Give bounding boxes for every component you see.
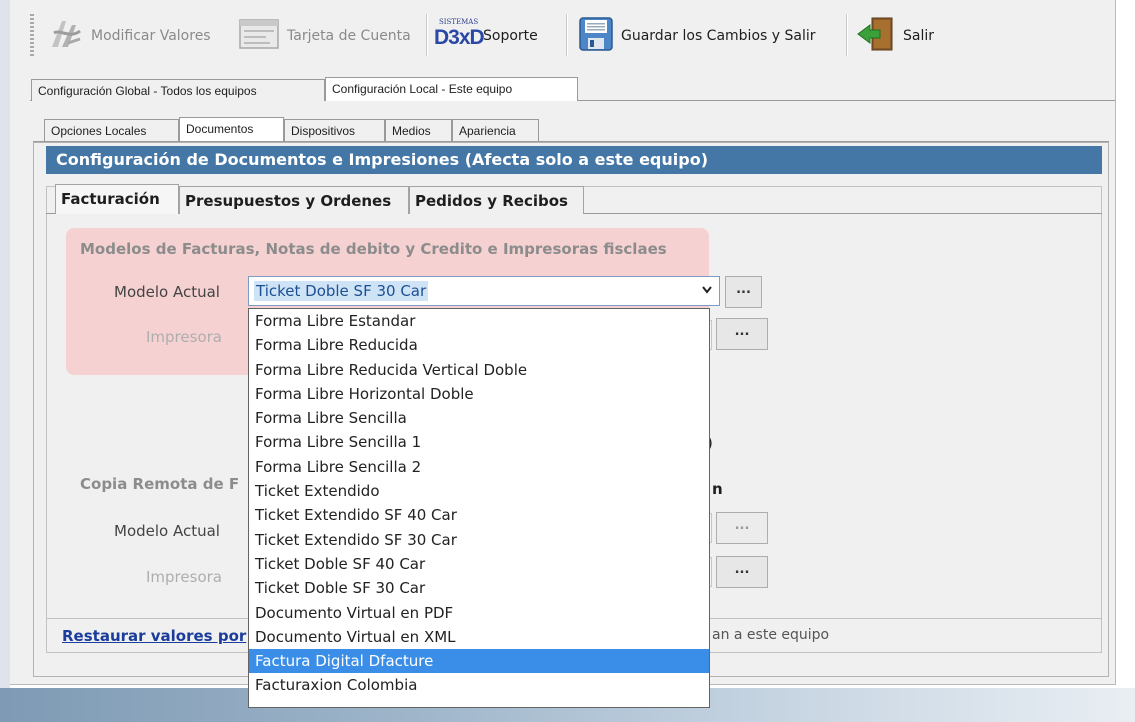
exit-label: Salir <box>903 28 935 44</box>
restore-defaults-link[interactable]: Restaurar valores por <box>62 627 246 645</box>
remote-printer-label: Impresora <box>146 568 222 586</box>
support-logo-small-text: SISTEMAS <box>439 18 479 26</box>
dropdown-option[interactable]: Forma Libre Reducida <box>249 333 709 357</box>
dropdown-option[interactable]: Forma Libre Sencilla <box>249 406 709 430</box>
remote-group-title-tail: n <box>712 480 723 498</box>
toolbar-separator <box>846 14 848 56</box>
invoice-group-title: Modelos de Facturas, Notas de debito y C… <box>80 240 667 258</box>
remote-printer-browse-button[interactable]: ... <box>716 556 768 588</box>
model-select[interactable]: Ticket Doble SF 30 Car <box>248 276 720 306</box>
save-exit-button[interactable]: Guardar los Cambios y Salir <box>578 14 816 58</box>
support-button[interactable]: SISTEMAS D3xD Soporte <box>434 14 538 58</box>
tab-media-label: Medios <box>392 124 431 138</box>
modify-values-button[interactable]: Modificar Valores <box>48 14 211 58</box>
dropdown-option[interactable]: Facturaxion Colombia <box>249 673 709 697</box>
model-dropdown-list[interactable]: Forma Libre Estandar Forma Libre Reducid… <box>248 308 710 708</box>
model-label: Modelo Actual <box>114 283 220 301</box>
support-logo-icon: SISTEMAS D3xD <box>434 18 485 54</box>
tab-appearance[interactable]: Apariencia <box>452 119 539 141</box>
save-floppy-icon <box>578 16 614 56</box>
dropdown-option[interactable]: Ticket Doble SF 30 Car <box>249 576 709 600</box>
modify-values-icon <box>48 17 84 55</box>
tab-invoicing[interactable]: Facturación <box>55 184 179 214</box>
dropdown-option[interactable]: Documento Virtual en XML <box>249 625 709 649</box>
toolbar-grip[interactable] <box>30 14 34 56</box>
tab-documents[interactable]: Documentos <box>179 117 284 141</box>
dropdown-option[interactable]: Ticket Extendido SF 30 Car <box>249 528 709 552</box>
tab-global-config-label: Configuración Global - Todos los equipos <box>38 84 257 98</box>
tab-quotes-orders[interactable]: Presupuestos y Ordenes <box>179 186 409 214</box>
printer-browse-button[interactable]: ... <box>716 318 768 350</box>
toolbar-separator <box>426 14 428 56</box>
dropdown-option[interactable]: Forma Libre Reducida Vertical Doble <box>249 358 709 382</box>
support-label: Soporte <box>483 28 538 44</box>
dropdown-option[interactable]: Ticket Extendido <box>249 479 709 503</box>
tab-local-config-label: Configuración Local - Este equipo <box>332 82 513 96</box>
dropdown-option[interactable]: Forma Libre Horizontal Doble <box>249 382 709 406</box>
support-logo-big-text: D3xD <box>434 26 485 49</box>
tab-global-config[interactable]: Configuración Global - Todos los equipos <box>31 79 325 101</box>
tab-local-options[interactable]: Opciones Locales <box>44 119 179 141</box>
modify-values-label: Modificar Valores <box>91 28 211 44</box>
account-card-button[interactable]: Tarjeta de Cuenta <box>238 14 411 58</box>
dropdown-option[interactable]: Forma Libre Estandar <box>249 309 709 333</box>
dropdown-option-highlighted[interactable]: Factura Digital Dfacture <box>249 649 709 674</box>
dropdown-option[interactable]: Forma Libre Sencilla 1 <box>249 430 709 454</box>
tab-invoicing-label: Facturación <box>61 190 160 208</box>
exit-door-icon <box>856 16 896 56</box>
tab-media[interactable]: Medios <box>385 119 452 141</box>
tab-orders-receipts-label: Pedidos y Recibos <box>415 192 568 210</box>
dropdown-option[interactable]: Ticket Extendido SF 40 Car <box>249 503 709 527</box>
footer-note: an a este equipo <box>712 627 830 643</box>
model-select-value: Ticket Doble SF 30 Car <box>254 281 429 301</box>
tab-appearance-label: Apariencia <box>459 124 516 138</box>
tab-devices[interactable]: Dispositivos <box>284 119 385 141</box>
chevron-down-icon[interactable] <box>695 277 719 305</box>
tab-local-options-label: Opciones Locales <box>51 124 147 138</box>
tab-local-config[interactable]: Configuración Local - Este equipo <box>325 77 578 101</box>
account-card-icon <box>238 17 280 55</box>
remote-group-title: Copia Remota de F <box>80 475 240 493</box>
remote-model-browse-button[interactable]: ... <box>716 512 768 544</box>
dropdown-option[interactable]: Forma Libre Sencilla 2 <box>249 455 709 479</box>
tab-devices-label: Dispositivos <box>291 124 356 138</box>
toolbar-separator <box>566 14 568 56</box>
tab-documents-label: Documentos <box>186 122 254 136</box>
tab-quotes-orders-label: Presupuestos y Ordenes <box>185 192 392 210</box>
save-exit-label: Guardar los Cambios y Salir <box>621 28 816 44</box>
dropdown-option[interactable]: Documento Virtual en PDF <box>249 601 709 625</box>
dropdown-option[interactable]: Ticket Doble SF 40 Car <box>249 552 709 576</box>
tab-orders-receipts[interactable]: Pedidos y Recibos <box>409 186 584 214</box>
remote-model-label: Modelo Actual <box>114 522 220 540</box>
printer-label: Impresora <box>146 328 222 346</box>
account-card-label: Tarjeta de Cuenta <box>287 28 411 44</box>
model-browse-button[interactable]: ... <box>725 276 762 308</box>
window-left-edge <box>0 0 10 690</box>
exit-button[interactable]: Salir <box>856 14 934 58</box>
section-header: Configuración de Documentos e Impresione… <box>46 146 1102 174</box>
